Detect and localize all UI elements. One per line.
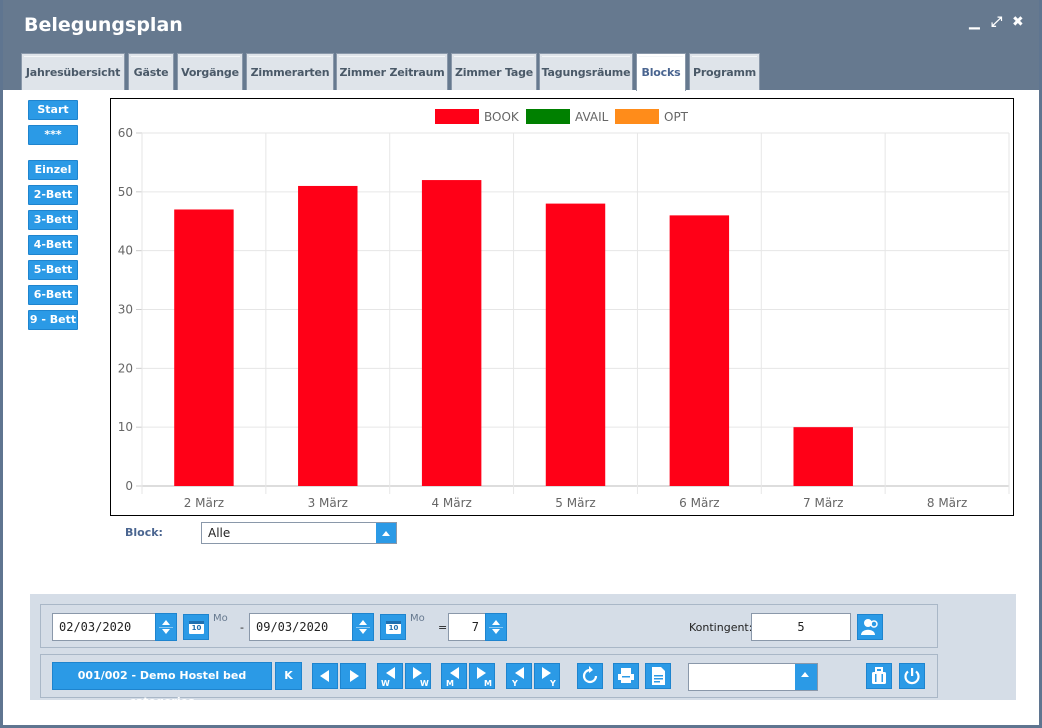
navigation-group: 001/002 - Demo Hostel bed categories K W… xyxy=(40,654,938,708)
window-title: Belegungsplan xyxy=(24,14,183,36)
legend-label-book: BOOK xyxy=(484,110,520,124)
y-tick-label: 0 xyxy=(125,479,133,493)
5-bett-button[interactable]: 5-Bett xyxy=(28,260,78,280)
einzel-button[interactable]: Einzel xyxy=(28,160,78,180)
tab-zimmerarten[interactable]: Zimmerarten xyxy=(246,53,334,90)
export-icon[interactable] xyxy=(645,663,671,689)
bar-book xyxy=(421,180,482,487)
nav-select[interactable] xyxy=(688,663,818,691)
4-bett-button[interactable]: 4-Bett xyxy=(28,235,78,255)
legend-swatch-book xyxy=(435,109,479,124)
start-button[interactable]: Start xyxy=(28,100,78,120)
bar-book xyxy=(298,185,358,486)
legend-swatch-avail xyxy=(526,109,570,124)
minimize-icon[interactable]: ▁ xyxy=(969,12,980,32)
luggage-icon[interactable] xyxy=(866,663,892,689)
tab-tagungsraeume[interactable]: Tagungsräume xyxy=(539,53,633,90)
x-tick-label: 3 März xyxy=(308,496,348,510)
x-tick-label: 7 März xyxy=(803,496,843,510)
prev-year-icon[interactable]: Y xyxy=(506,663,532,689)
x-tick-label: 6 März xyxy=(679,496,719,510)
next-year-icon[interactable]: Y xyxy=(534,663,560,689)
tab-zimmer-tage[interactable]: Zimmer Tage xyxy=(451,53,537,90)
tab-vorgaenge[interactable]: Vorgänge xyxy=(177,53,243,90)
block-label: Block: xyxy=(125,526,163,539)
legend-swatch-opt xyxy=(615,109,659,124)
bar-book xyxy=(545,203,606,486)
bottom-panel: 02/03/2020 10 Mo - 09/03/2020 10 Mo = 7 … xyxy=(30,594,1016,708)
all-button[interactable]: *** xyxy=(28,125,78,145)
days-input[interactable]: 7 xyxy=(448,613,486,641)
occupancy-chart: 0 10 20 30 40 50 60 2 März 3 März 4 März 5 März 6 M… xyxy=(110,98,1014,516)
y-tick-label: 30 xyxy=(118,303,133,317)
kontingent-input[interactable]: 5 xyxy=(751,613,851,641)
6-bett-button[interactable]: 6-Bett xyxy=(28,285,78,305)
next-week-icon[interactable]: W xyxy=(405,663,431,689)
x-tick-label: 5 März xyxy=(555,496,595,510)
to-calendar-icon[interactable]: 10 xyxy=(380,614,406,640)
next-day-icon[interactable] xyxy=(340,663,366,689)
users-icon[interactable] xyxy=(857,614,883,640)
legend-label-opt: OPT xyxy=(664,110,689,124)
from-weekday: Mo xyxy=(213,613,228,624)
maximize-icon[interactable]: ⤢ xyxy=(991,12,1002,32)
prev-month-icon[interactable]: M xyxy=(441,663,467,689)
bar-book xyxy=(793,427,853,486)
print-icon[interactable] xyxy=(613,663,639,689)
9-bett-button[interactable]: 9 - Bett xyxy=(28,310,78,330)
tab-blocks[interactable]: Blocks xyxy=(636,53,686,91)
tab-gaeste[interactable]: Gäste xyxy=(128,53,174,90)
prev-week-icon[interactable]: W xyxy=(377,663,403,689)
to-date-input[interactable]: 09/03/2020 xyxy=(249,613,353,641)
y-tick-label: 40 xyxy=(118,244,133,258)
bar-book xyxy=(669,215,730,486)
block-select[interactable]: Alle xyxy=(201,522,397,544)
y-tick-label: 20 xyxy=(118,361,133,375)
block-select-value: Alle xyxy=(208,526,231,540)
y-tick-label: 10 xyxy=(118,420,133,434)
date-range-group: 02/03/2020 10 Mo - 09/03/2020 10 Mo = 7 … xyxy=(40,604,938,648)
tab-jahresuebersicht[interactable]: Jahresübersicht xyxy=(21,53,125,90)
from-date-stepper[interactable] xyxy=(155,613,177,641)
2-bett-button[interactable]: 2-Bett xyxy=(28,185,78,205)
chart-svg: 0 10 20 30 40 50 60 2 März 3 März 4 März 5 März 6 M… xyxy=(118,109,1010,510)
y-tick-label: 60 xyxy=(118,126,133,140)
next-month-icon[interactable]: M xyxy=(469,663,495,689)
3-bett-button[interactable]: 3-Bett xyxy=(28,210,78,230)
nav-select-arrow-icon[interactable] xyxy=(795,664,817,690)
to-date-stepper[interactable] xyxy=(352,613,374,641)
bar-book xyxy=(174,209,234,486)
date-separator: - xyxy=(240,621,244,634)
to-weekday: Mo xyxy=(410,613,425,624)
kontingent-label: Kontingent: xyxy=(689,621,753,634)
legend-label-avail: AVAIL xyxy=(575,110,609,124)
k-button[interactable]: K xyxy=(275,662,302,690)
equals-sign: = xyxy=(438,621,448,634)
power-icon[interactable] xyxy=(899,663,925,689)
y-tick-label: 50 xyxy=(118,185,133,199)
days-stepper[interactable] xyxy=(485,613,507,641)
tab-programm[interactable]: Programm xyxy=(689,53,760,90)
refresh-icon[interactable] xyxy=(577,663,603,689)
x-tick-label: 8 März xyxy=(927,496,967,510)
close-icon[interactable]: ✖ xyxy=(1012,12,1024,32)
x-tick-label: 2 März xyxy=(184,496,224,510)
from-calendar-icon[interactable]: 10 xyxy=(183,614,209,640)
app-window: Belegungsplan ▁ ⤢ ✖ Jahresübersicht Gäst… xyxy=(0,0,1042,728)
from-date-input[interactable]: 02/03/2020 xyxy=(52,613,156,641)
tab-zimmer-zeitraum[interactable]: Zimmer Zeitraum xyxy=(336,53,448,90)
block-select-arrow-icon[interactable] xyxy=(376,523,396,543)
prev-day-icon[interactable] xyxy=(312,663,338,689)
x-tick-label: 4 März xyxy=(431,496,471,510)
category-button[interactable]: 001/002 - Demo Hostel bed categories xyxy=(52,662,272,708)
